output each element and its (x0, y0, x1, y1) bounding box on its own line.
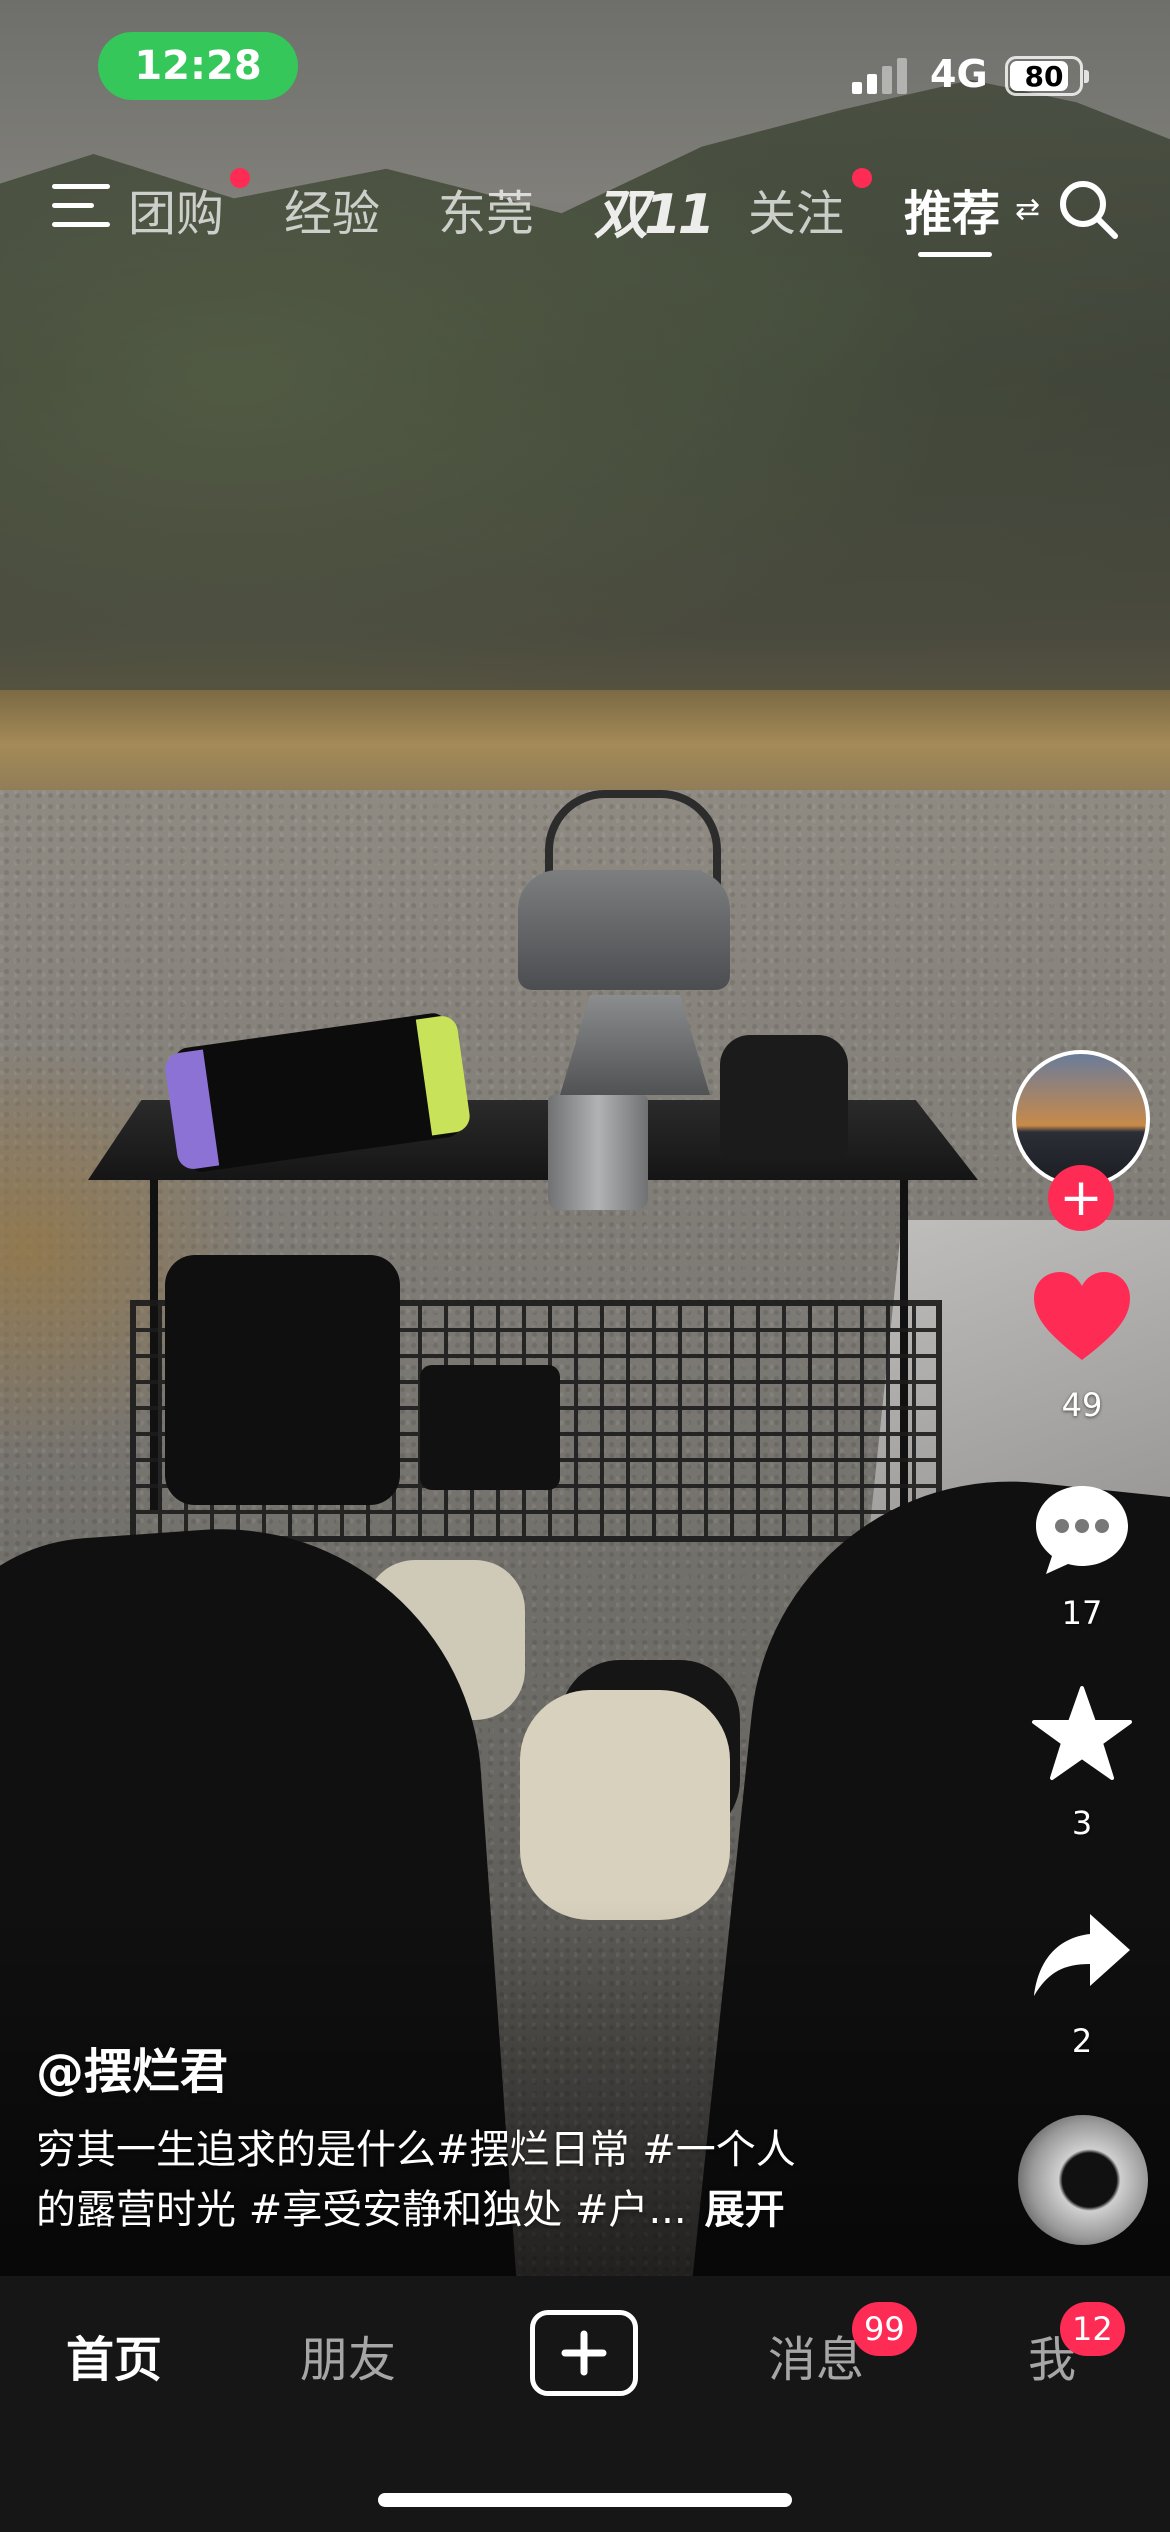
search-icon[interactable] (1055, 176, 1121, 242)
expand-caption-button[interactable]: 展开 (705, 2187, 785, 2233)
tab-following[interactable]: 关注 (748, 174, 844, 244)
share-count: 2 (1071, 2022, 1093, 2060)
caption-line: 穷其一生追求的是什么#摆烂日常 #一个人 (36, 2127, 796, 2173)
menu-icon[interactable] (52, 184, 110, 228)
like-count: 49 (1061, 1386, 1103, 1424)
tab-group-buy[interactable]: 团购 (128, 174, 224, 244)
tab-experience[interactable]: 经验 (284, 174, 380, 244)
video-shoe (520, 1690, 730, 1920)
signal-icon (852, 54, 908, 94)
bottom-tab-messages[interactable]: 消息 (768, 2320, 864, 2390)
share-icon[interactable] (1028, 1906, 1136, 2006)
video-bag (165, 1255, 400, 1505)
app-screen: 12:28 4G 80 团购 经验 东莞 双11 关注 推荐 ⇄ + 49 17… (0, 0, 1170, 2532)
music-disc[interactable] (1018, 2115, 1148, 2245)
tab-dongguan[interactable]: 东莞 (438, 174, 534, 244)
plus-icon (561, 2330, 607, 2376)
comment-icon[interactable] (1028, 1478, 1136, 1578)
heart-icon[interactable] (1028, 1268, 1136, 1368)
video-gas-canister (720, 1035, 848, 1160)
network-type: 4G (930, 52, 988, 96)
create-button[interactable] (530, 2310, 638, 2396)
video-cup (548, 1095, 648, 1210)
home-indicator[interactable] (378, 2493, 792, 2507)
post-caption[interactable]: 穷其一生追求的是什么#摆烂日常 #一个人 的露营时光 #享受安静和独处 #户..… (36, 2120, 896, 2240)
active-tab-indicator (918, 252, 992, 257)
follow-button[interactable]: + (1048, 1165, 1114, 1231)
author-name[interactable]: @摆烂君 (36, 2032, 228, 2102)
swap-icon: ⇄ (1015, 192, 1041, 227)
status-time: 12:28 (98, 32, 298, 100)
video-grass (0, 690, 1170, 800)
tab-recommended[interactable]: 推荐 (904, 174, 1000, 244)
battery-level: 80 (1024, 60, 1064, 93)
video-kettle (518, 870, 730, 990)
me-badge: 12 (1060, 2302, 1125, 2356)
caption-text: 的露营时光 #享受安静和独处 #户... (36, 2187, 687, 2233)
star-icon[interactable] (1028, 1684, 1136, 1784)
tab-following-dot (852, 168, 872, 188)
favorite-count: 3 (1071, 1804, 1093, 1842)
comment-count: 17 (1061, 1594, 1103, 1632)
bottom-tab-home[interactable]: 首页 (66, 2320, 162, 2390)
bottom-tab-friends[interactable]: 朋友 (300, 2320, 396, 2390)
tab-group-buy-dot (230, 168, 250, 188)
messages-badge: 99 (852, 2302, 917, 2356)
tab-double-11[interactable]: 双11 (594, 170, 715, 249)
battery-icon: 80 (1005, 56, 1089, 96)
caption-line: 的露营时光 #享受安静和独处 #户... 展开 (36, 2180, 896, 2240)
video-pouch (420, 1365, 560, 1490)
